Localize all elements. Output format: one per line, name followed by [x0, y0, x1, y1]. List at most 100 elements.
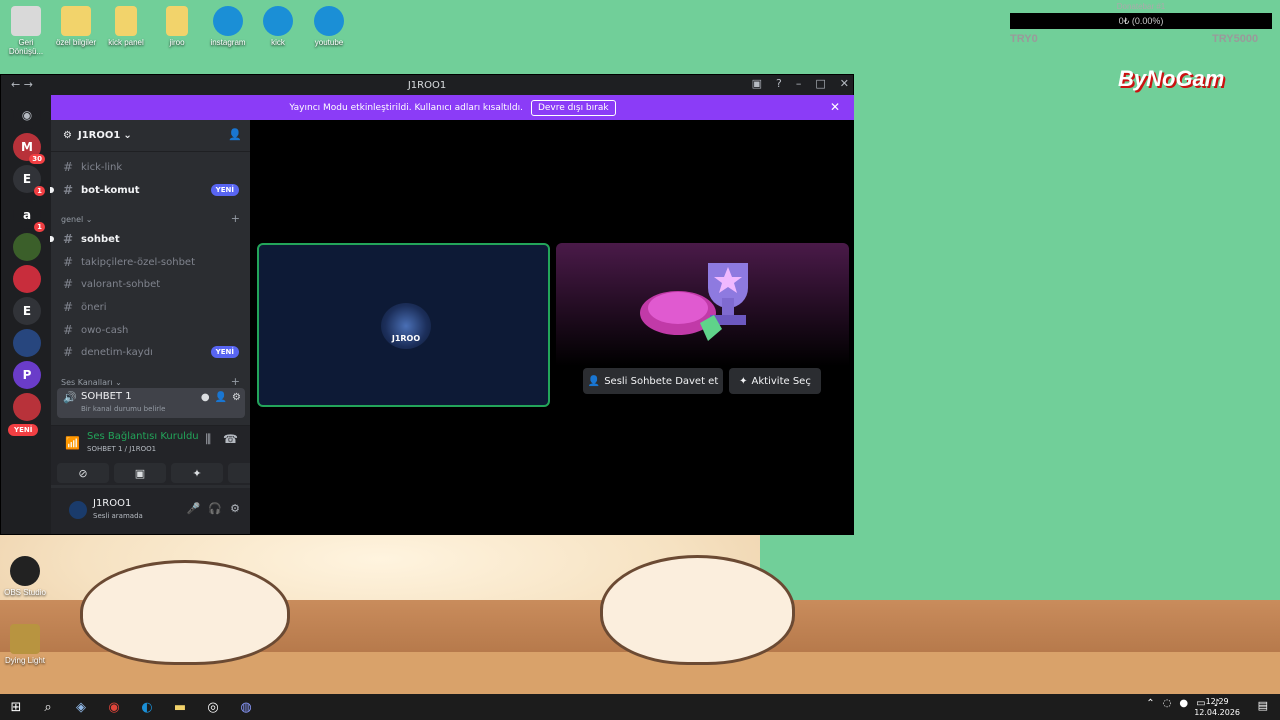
unread-badge: 30 [29, 154, 45, 164]
channel-sidebar: ⚙ J1ROO1 ⌄ 👤 # kick-link # bot-komut YENİ g… [50, 120, 280, 534]
obs-icon [10, 556, 40, 586]
desktop-icon-obs[interactable]: OBS Studio [0, 556, 50, 597]
server-icon[interactable]: M 30 [13, 133, 45, 164]
invite-voice-button[interactable]: 👤 Sesli Sohbete Davet et [583, 368, 723, 394]
voice-stage: J1ROO 👤 Sesli Sohbete Davet et ✦ Aktivite … [250, 120, 853, 534]
unread-dot [50, 187, 54, 193]
nav-arrows[interactable]: ← → [11, 78, 33, 91]
minimize-button[interactable]: – [796, 77, 802, 90]
clock[interactable]: 12:29 12.04.2026 [1194, 696, 1240, 718]
donate-min-label: TRY0 [1010, 33, 1038, 45]
unread-badge: 1 [34, 222, 45, 232]
rail-new-badge: YENİ [8, 424, 39, 436]
desktop-icon-recycle-bin[interactable]: Geri Dönüşü... [1, 6, 51, 56]
invite-icon[interactable]: 👤 [215, 392, 227, 403]
add-channel-icon[interactable]: + [231, 212, 240, 225]
voice-connection-panel: 📶 Ses Bağlantısı Kuruldu SOHBET 1 / J1RO… [51, 425, 280, 485]
help-icon[interactable]: ? [776, 77, 782, 90]
obs-icon[interactable]: ◎ [204, 698, 222, 716]
trophy-illustration [640, 263, 748, 341]
server-header[interactable]: ⚙ J1ROO1 ⌄ 👤 [51, 120, 250, 152]
channel-item[interactable]: # bot-komut YENİ [50, 180, 247, 200]
clock-time: 12:29 [1205, 697, 1229, 706]
voice-channel-item[interactable]: 🔊 SOHBET 1 Bir kanal durumu belirle ● 👤 … [57, 388, 245, 418]
server-icon[interactable] [13, 233, 41, 261]
microphone-icon[interactable]: 🎤 [187, 502, 201, 515]
add-channel-icon[interactable]: + [231, 375, 240, 388]
user-panel: J1ROO1 Sesli aramada 🎤 🎧 ⚙ [51, 488, 250, 534]
channel-item[interactable]: # denetim-kaydı YENİ [61, 342, 247, 362]
settings-icon[interactable]: ⚙ [232, 392, 241, 403]
desktop-icon-folder[interactable]: özel bilgiler [51, 6, 101, 47]
disconnect-icon[interactable]: ☎ [223, 432, 238, 447]
channel-item[interactable]: # sohbet [50, 229, 247, 249]
file-icon [166, 6, 188, 36]
category-genel[interactable]: genel ⌄ [61, 215, 92, 224]
add-user-icon: 👤 [587, 375, 601, 387]
notifications-icon[interactable]: ▤ [1258, 699, 1268, 712]
new-badge: YENİ [210, 184, 239, 196]
voice-status[interactable]: Ses Bağlantısı Kuruldu [87, 431, 199, 442]
channel-item[interactable]: # kick-link [61, 157, 247, 177]
hash-icon: # [63, 277, 74, 291]
file-explorer-icon[interactable]: ▬ [171, 698, 189, 716]
hash-icon: # [63, 300, 74, 314]
inbox-icon[interactable]: ▣ [752, 77, 762, 90]
activity-tile: 👤 Sesli Sohbete Davet et ✦ Aktivite Seç [556, 243, 849, 407]
user-controls: 🎤 🎧 ⚙ [187, 502, 240, 515]
server-icon[interactable]: E1 [13, 165, 45, 196]
voice-location[interactable]: SOHBET 1 / J1ROO1 [87, 445, 156, 453]
server-icon[interactable]: P [13, 361, 41, 389]
windows-start-icon[interactable]: ⊞ [7, 698, 25, 716]
voice-channel-actions: ● 👤 ⚙ [201, 392, 241, 403]
app-tray-icon[interactable]: ◌ [1163, 698, 1172, 709]
participant-tile[interactable]: J1ROO [257, 243, 550, 407]
microphone-icon[interactable]: ● [1179, 698, 1188, 709]
channel-item[interactable]: # takipçilere-özel-sohbet [61, 252, 247, 272]
maximize-button[interactable]: □ [815, 77, 825, 90]
channel-item[interactable]: # owo-cash [61, 320, 247, 340]
disable-streamer-mode-button[interactable]: Devre dışı bırak [530, 99, 616, 116]
channel-item[interactable]: # öneri [61, 297, 247, 317]
invite-people-icon[interactable]: 👤 [228, 128, 242, 141]
server-icon[interactable] [13, 329, 41, 357]
hash-icon: # [63, 232, 74, 246]
channel-item[interactable]: # valorant-sohbet [61, 274, 247, 294]
user-status: Sesli aramada [93, 512, 143, 520]
edge-icon[interactable]: ◐ [138, 698, 156, 716]
server-icon[interactable]: a1 [13, 201, 45, 232]
steam-icon[interactable]: ◈ [72, 698, 90, 716]
voice-channel-status[interactable]: Bir kanal durumu belirle [81, 405, 165, 413]
voice-channel-name: SOHBET 1 [81, 391, 132, 402]
avatar[interactable] [67, 499, 89, 521]
camera-off-button[interactable]: ⊘ [57, 463, 109, 483]
desktop-icon-dying-light[interactable]: Dying Light [0, 624, 50, 665]
desktop-icon-file[interactable]: kick panel [101, 6, 151, 47]
activities-button[interactable]: ✦ [171, 463, 223, 483]
server-icon[interactable]: E [13, 297, 41, 325]
hash-icon: # [63, 183, 74, 197]
desktop-icon-edge[interactable]: instagram [203, 6, 253, 47]
discord-icon[interactable]: ◍ [237, 698, 255, 716]
choose-activity-button[interactable]: ✦ Aktivite Seç [729, 368, 821, 394]
server-icon[interactable] [13, 265, 41, 293]
chat-icon[interactable]: ● [201, 392, 210, 403]
search-icon[interactable]: ⌕ [39, 698, 57, 716]
desktop-icon-file[interactable]: jiroo [152, 6, 202, 47]
user-settings-icon[interactable]: ⚙ [230, 502, 240, 515]
chevron-up-icon[interactable]: ⌃ [1146, 698, 1154, 709]
desktop-icon-edge[interactable]: kick [253, 6, 303, 47]
signal-icon: 📶 [65, 436, 80, 450]
category-voice[interactable]: Ses Kanalları ⌄ [61, 378, 122, 387]
close-banner-icon[interactable]: ✕ [830, 100, 840, 114]
noise-suppression-icon[interactable]: ⫼ [206, 432, 212, 447]
desktop-icon-edge[interactable]: youtube [304, 6, 354, 47]
server-name: J1ROO1 [77, 130, 121, 141]
server-icon[interactable] [13, 393, 41, 421]
banner-text: Yayıncı Modu etkinleştirildi. Kullanıcı … [289, 102, 523, 113]
discord-home-icon[interactable]: ◉ [13, 101, 41, 129]
chrome-icon[interactable]: ◉ [105, 698, 123, 716]
screen-share-button[interactable]: ▣ [114, 463, 166, 483]
close-button[interactable]: ✕ [840, 77, 849, 90]
headphones-icon[interactable]: 🎧 [208, 502, 222, 515]
